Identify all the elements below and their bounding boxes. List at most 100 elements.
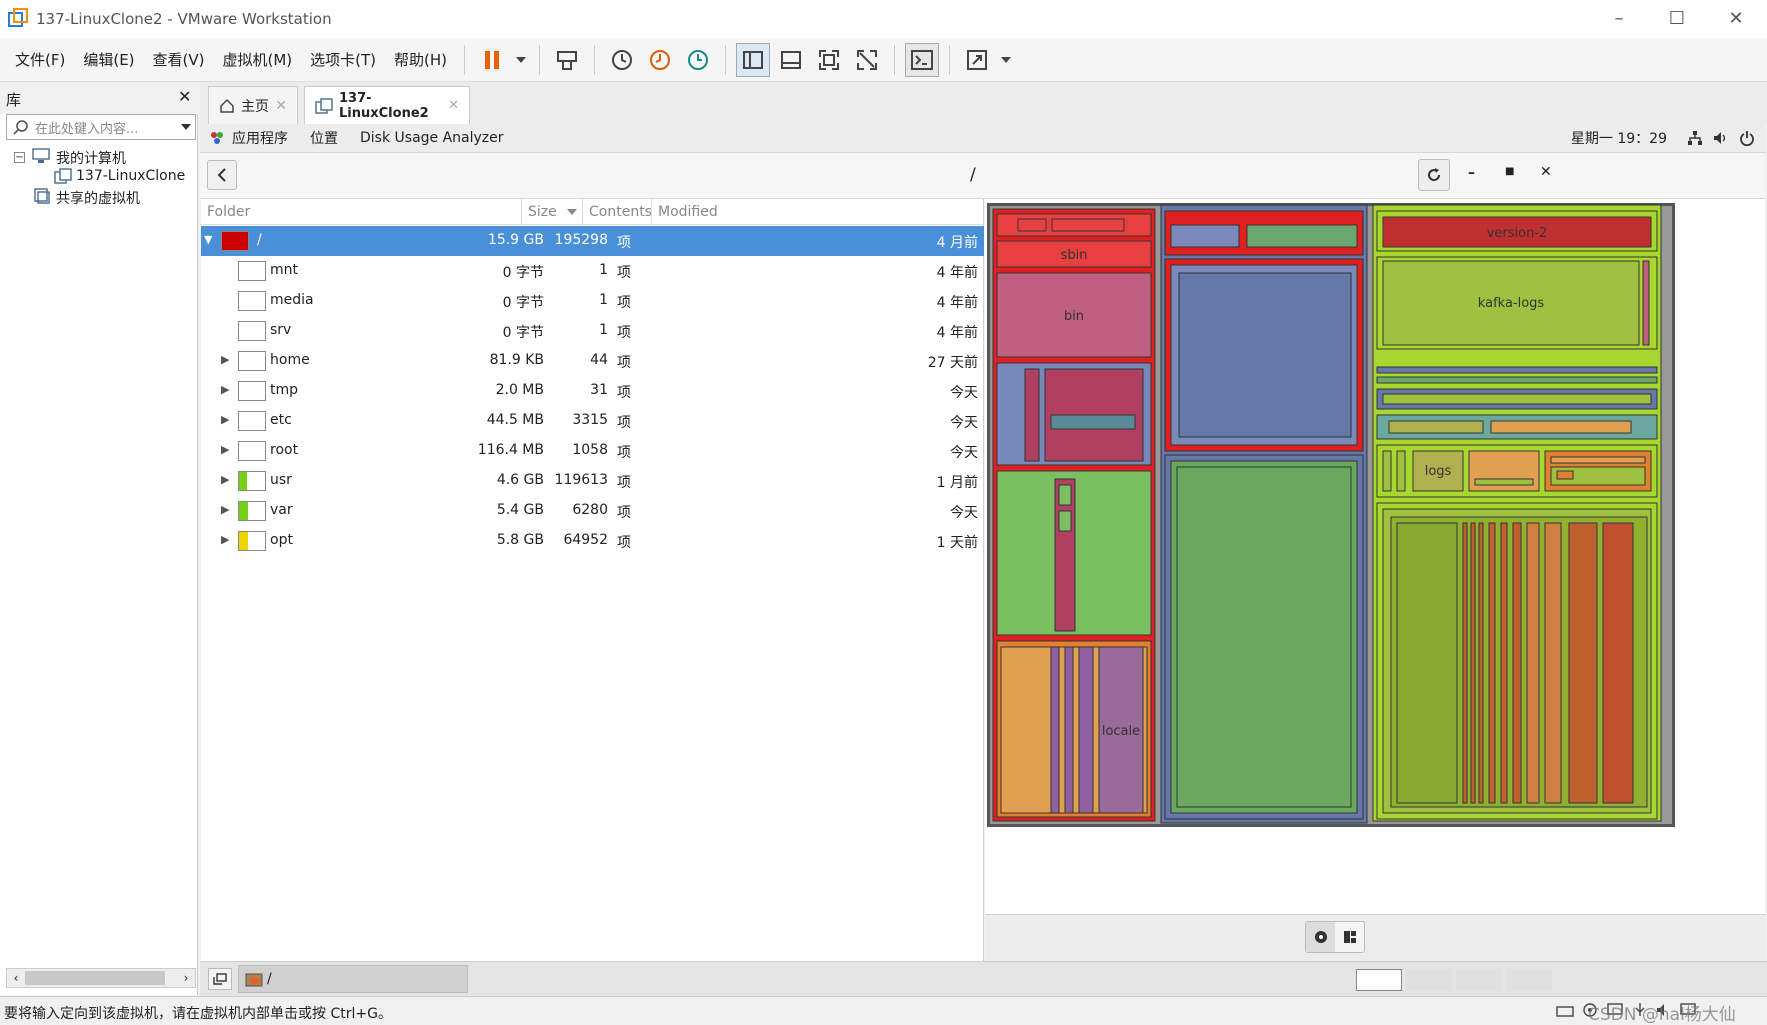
fullscreen-icon[interactable] xyxy=(812,43,846,77)
tab-vm[interactable]: 137-LinuxClone2 ✕ xyxy=(304,86,470,124)
close-icon[interactable]: ✕ xyxy=(178,87,191,106)
workspace-4[interactable] xyxy=(1506,969,1552,991)
chevron-right-icon[interactable]: ▶ xyxy=(221,353,229,366)
folder-row[interactable]: ▶ home 81.9 KB 44 项 27 天前 xyxy=(201,346,984,376)
send-ctrl-alt-del-icon[interactable] xyxy=(550,43,584,77)
show-library-icon[interactable] xyxy=(736,42,771,77)
menu-file[interactable]: 文件(F) xyxy=(6,38,74,82)
folder-name: etc xyxy=(270,412,292,428)
app-maximize-icon[interactable]: ■ xyxy=(1505,166,1514,177)
tree-shared-vms[interactable]: 共享的虚拟机 xyxy=(56,188,140,208)
chevron-right-icon[interactable]: ▶ xyxy=(221,503,229,516)
col-size[interactable]: Size xyxy=(528,204,557,220)
chevron-right-icon[interactable]: ▶ xyxy=(221,443,229,456)
tree-my-computer[interactable]: 我的计算机 xyxy=(56,148,126,168)
folder-row[interactable]: media 0 字节 1 项 4 年前 xyxy=(201,286,984,316)
chevron-down-icon[interactable] xyxy=(181,124,191,130)
folder-row[interactable]: ▶ opt 5.8 GB 64952 项 1 天前 xyxy=(201,526,984,556)
workspace-3[interactable] xyxy=(1456,969,1502,991)
search-icon xyxy=(13,119,29,135)
folder-contents: 1058 xyxy=(572,442,608,458)
volume-icon[interactable] xyxy=(1713,130,1729,146)
close-icon[interactable]: ✕ xyxy=(1723,6,1749,32)
tree-vm-item[interactable]: 137-LinuxClone xyxy=(76,168,185,184)
usage-swatch xyxy=(238,471,266,491)
folder-contents: 119613 xyxy=(554,472,608,488)
show-desktop-icon[interactable] xyxy=(208,968,232,990)
folder-row[interactable]: mnt 0 字节 1 项 4 年前 xyxy=(201,256,984,286)
library-search[interactable]: 在此处键入内容... xyxy=(6,114,196,140)
minimize-icon[interactable]: – xyxy=(1606,6,1632,32)
menu-view[interactable]: 查看(V) xyxy=(144,38,214,82)
folder-row[interactable]: ▶ root 116.4 MB 1058 项 今天 xyxy=(201,436,984,466)
console-icon[interactable] xyxy=(905,42,940,77)
rings-chart-icon[interactable] xyxy=(1306,922,1335,952)
workspace-2[interactable] xyxy=(1406,969,1452,991)
treemap-chart-icon[interactable] xyxy=(1335,930,1364,944)
chevron-down-icon[interactable] xyxy=(513,43,529,77)
contents-unit: 项 xyxy=(617,415,631,431)
scroll-thumb[interactable] xyxy=(25,971,165,985)
folder-row[interactable]: srv 0 字节 1 项 4 年前 xyxy=(201,316,984,346)
app-close-icon[interactable]: ✕ xyxy=(1540,164,1552,180)
places-menu[interactable]: 位置 xyxy=(310,128,338,148)
workspace-1[interactable] xyxy=(1356,969,1402,991)
col-folder[interactable]: Folder xyxy=(207,204,250,220)
tab-home[interactable]: 主页 ✕ xyxy=(208,86,298,124)
refresh-button[interactable] xyxy=(1418,159,1450,191)
toolbar-divider xyxy=(949,44,951,75)
clock[interactable]: 星期一 19：29 xyxy=(1571,128,1667,148)
menu-help[interactable]: 帮助(H) xyxy=(385,38,456,82)
back-button[interactable] xyxy=(207,160,237,190)
taskbar-window-button[interactable]: / xyxy=(238,965,468,993)
col-contents[interactable]: Contents xyxy=(589,204,652,220)
folder-row[interactable]: ▼ / 15.9 GB 195298 项 4 月前 xyxy=(201,226,984,256)
chevron-right-icon[interactable]: ▶ xyxy=(221,413,229,426)
stretch-icon[interactable] xyxy=(960,43,994,77)
chart-type-switch xyxy=(1305,921,1365,953)
contents-unit: 项 xyxy=(617,535,631,551)
snapshot-icon[interactable] xyxy=(605,43,639,77)
menu-vm[interactable]: 虚拟机(M) xyxy=(214,38,302,82)
chevron-down-icon[interactable] xyxy=(998,43,1014,77)
folder-modified: 今天 xyxy=(950,415,978,431)
close-icon[interactable]: ✕ xyxy=(275,98,287,114)
chevron-down-icon[interactable]: ▼ xyxy=(204,233,212,246)
menu-bar: 文件(F) 编辑(E) 查看(V) 虚拟机(M) 选项卡(T) 帮助(H) xyxy=(0,38,1767,82)
chevron-right-icon[interactable]: ▶ xyxy=(221,383,229,396)
close-icon[interactable]: ✕ xyxy=(448,98,459,113)
home-icon xyxy=(219,98,235,114)
guest-top-panel: 应用程序 位置 Disk Usage Analyzer 星期一 19：29 xyxy=(200,124,1765,153)
folder-size: 44.5 MB xyxy=(486,412,544,428)
folder-row[interactable]: ▶ etc 44.5 MB 3315 项 今天 xyxy=(201,406,984,436)
menu-edit[interactable]: 编辑(E) xyxy=(74,38,143,82)
usage-swatch-fill xyxy=(239,472,247,490)
maximize-icon[interactable]: ☐ xyxy=(1664,6,1690,32)
search-input[interactable]: 在此处键入内容... xyxy=(35,118,181,137)
folder-row[interactable]: ▶ var 5.4 GB 6280 项 今天 xyxy=(201,496,984,526)
chevron-right-icon[interactable]: ▶ xyxy=(221,533,229,546)
library-scrollbar[interactable]: ‹ › xyxy=(6,968,196,988)
unity-mode-icon[interactable] xyxy=(850,43,884,77)
col-modified[interactable]: Modified xyxy=(658,204,718,220)
revert-snapshot-icon[interactable] xyxy=(643,43,677,77)
app-minimize-icon[interactable]: – xyxy=(1468,165,1475,181)
thumbnail-bar-icon[interactable] xyxy=(774,43,808,77)
chevron-right-icon[interactable]: ▶ xyxy=(221,473,229,486)
folder-size: 116.4 MB xyxy=(477,442,544,458)
folder-contents: 195298 xyxy=(554,232,608,248)
applications-menu[interactable]: 应用程序 xyxy=(232,128,288,148)
menu-tabs[interactable]: 选项卡(T) xyxy=(301,38,385,82)
scroll-left-icon[interactable]: ‹ xyxy=(7,971,25,985)
network-icon[interactable] xyxy=(1687,130,1703,146)
pause-button[interactable] xyxy=(475,43,509,77)
folder-row[interactable]: ▶ usr 4.6 GB 119613 项 1 月前 xyxy=(201,466,984,496)
snapshot-manager-icon[interactable] xyxy=(681,43,715,77)
library-title: 库 xyxy=(6,91,22,109)
scroll-right-icon[interactable]: › xyxy=(177,971,195,985)
hdd-icon[interactable] xyxy=(1556,1002,1574,1018)
folder-row[interactable]: ▶ tmp 2.0 MB 31 项 今天 xyxy=(201,376,984,406)
power-icon[interactable] xyxy=(1739,130,1755,146)
refresh-icon xyxy=(1428,168,1441,182)
collapse-icon[interactable]: − xyxy=(14,152,25,163)
